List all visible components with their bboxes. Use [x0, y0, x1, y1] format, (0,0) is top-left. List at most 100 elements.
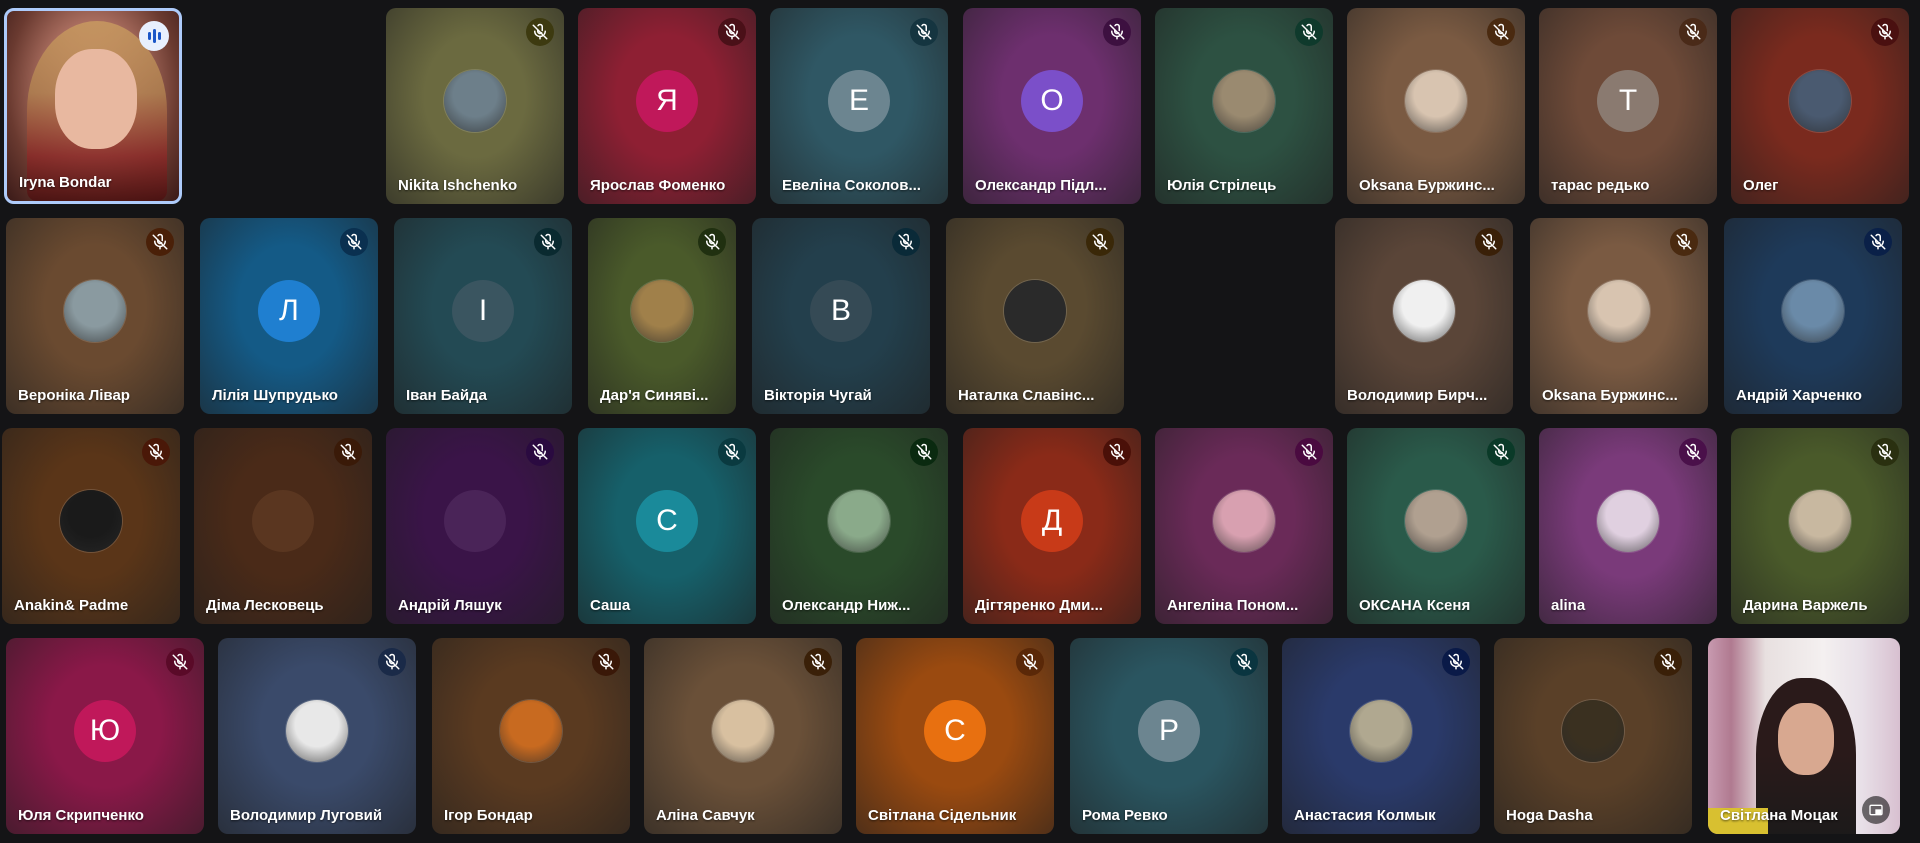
- participant-tile[interactable]: Nikita Ishchenko: [386, 8, 564, 204]
- participant-tile[interactable]: І Іван Байда: [394, 218, 572, 414]
- mic-off-icon: [804, 648, 832, 676]
- participant-name: Андрій Ляшук: [398, 597, 502, 614]
- participant-name: Oksana Буржинс...: [1542, 387, 1678, 404]
- participant-name: Саша: [590, 597, 631, 614]
- participant-avatar: [1789, 490, 1851, 553]
- participant-name: Анастасия Колмык: [1294, 807, 1436, 824]
- participant-name: Ангеліна Поном...: [1167, 597, 1299, 614]
- participant-avatar: [1597, 490, 1659, 553]
- participant-tile[interactable]: Андрій Ляшук: [386, 428, 564, 624]
- mic-off-icon: [340, 228, 368, 256]
- participant-name: Олександр Підл...: [975, 177, 1107, 194]
- participant-tile[interactable]: Е Евеліна Соколов...: [770, 8, 948, 204]
- mic-off-icon: [1086, 228, 1114, 256]
- participant-name: Вікторія Чугай: [764, 387, 872, 404]
- participant-avatar: [1213, 70, 1275, 133]
- participant-avatar: С: [924, 700, 986, 763]
- mic-off-icon: [1654, 648, 1682, 676]
- participant-name: Anakin& Padme: [14, 597, 129, 614]
- participant-tile[interactable]: Діма Лесковець: [194, 428, 372, 624]
- mic-off-icon: [718, 438, 746, 466]
- participant-avatar: С: [636, 490, 698, 553]
- participant-name: Світлана Сідельник: [868, 807, 1017, 824]
- mic-off-icon: [1487, 438, 1515, 466]
- participant-tile[interactable]: Вероніка Лівар: [6, 218, 184, 414]
- mic-off-icon: [1103, 438, 1131, 466]
- participant-avatar: Л: [258, 280, 320, 343]
- participant-name: Юлія Стрілець: [1167, 177, 1277, 194]
- participant-tile[interactable]: Дар'я Синяві...: [588, 218, 736, 414]
- participant-tile[interactable]: С Світлана Сідельник: [856, 638, 1054, 834]
- mic-off-icon: [334, 438, 362, 466]
- participant-tile[interactable]: Світлана Моцак: [1708, 638, 1900, 834]
- participant-tile[interactable]: Наталка Славінс...: [946, 218, 1124, 414]
- mic-off-icon: [1487, 18, 1515, 46]
- participant-name: Ігор Бондар: [444, 807, 533, 824]
- participant-tile[interactable]: ОКСАНА Ксеня: [1347, 428, 1525, 624]
- participant-tile[interactable]: Аліна Савчук: [644, 638, 842, 834]
- participant-name: Юля Скрипченко: [18, 807, 144, 824]
- participant-tile[interactable]: Hoga Dasha: [1494, 638, 1692, 834]
- participant-tile[interactable]: С Саша: [578, 428, 756, 624]
- participant-name: Дігтяренко Дми...: [975, 597, 1103, 614]
- participant-tile[interactable]: Р Рома Ревко: [1070, 638, 1268, 834]
- participant-tile[interactable]: Oksana Буржинс...: [1530, 218, 1708, 414]
- participant-tile[interactable]: Ю Юля Скрипченко: [6, 638, 204, 834]
- participant-avatar: [1213, 490, 1275, 553]
- participant-name: alina: [1551, 597, 1586, 614]
- participant-tile[interactable]: Anakin& Padme: [2, 428, 180, 624]
- participant-avatar: О: [1021, 70, 1083, 133]
- participant-avatar: [1588, 280, 1650, 343]
- mic-off-icon: [1103, 18, 1131, 46]
- participant-tile[interactable]: О Олександр Підл...: [963, 8, 1141, 204]
- participant-tile[interactable]: Андрій Харченко: [1724, 218, 1902, 414]
- participant-avatar: Д: [1021, 490, 1083, 553]
- participant-avatar: [500, 700, 562, 763]
- participant-tile[interactable]: Д Дігтяренко Дми...: [963, 428, 1141, 624]
- participant-tile[interactable]: Ангеліна Поном...: [1155, 428, 1333, 624]
- mic-off-icon: [1442, 648, 1470, 676]
- participant-avatar: І: [452, 280, 514, 343]
- participant-avatar: [631, 280, 693, 343]
- participant-avatar: [444, 490, 506, 553]
- participant-tile[interactable]: Олег: [1731, 8, 1909, 204]
- participant-tile[interactable]: В Вікторія Чугай: [752, 218, 930, 414]
- participant-avatar: [1789, 70, 1851, 133]
- mic-off-icon: [1871, 438, 1899, 466]
- participant-tile[interactable]: Ттарас редько: [1539, 8, 1717, 204]
- participant-tile[interactable]: Володимир Бирч...: [1335, 218, 1513, 414]
- participant-tile[interactable]: Л Лілія Шупрудько: [200, 218, 378, 414]
- mic-off-icon: [526, 18, 554, 46]
- mic-off-icon: [1670, 228, 1698, 256]
- participant-avatar: [1004, 280, 1066, 343]
- participant-name: Евеліна Соколов...: [782, 177, 921, 194]
- mic-off-icon: [1475, 228, 1503, 256]
- mic-off-icon: [910, 18, 938, 46]
- participant-tile[interactable]: Олександр Ниж...: [770, 428, 948, 624]
- participant-avatar: Я: [636, 70, 698, 133]
- participant-tile[interactable]: alina: [1539, 428, 1717, 624]
- participant-name: Nikita Ishchenko: [398, 177, 518, 194]
- participant-name: Дар'я Синяві...: [600, 387, 709, 404]
- mic-off-icon: [1679, 18, 1707, 46]
- participant-tile[interactable]: Ігор Бондар: [432, 638, 630, 834]
- participant-tile[interactable]: Володимир Луговий: [218, 638, 416, 834]
- mic-off-icon: [1679, 438, 1707, 466]
- participant-name: Лілія Шупрудько: [212, 387, 338, 404]
- participant-tile[interactable]: Юлія Стрілець: [1155, 8, 1333, 204]
- mic-off-icon: [378, 648, 406, 676]
- participant-avatar: Р: [1138, 700, 1200, 763]
- participant-tile[interactable]: Я Ярослав Фоменко: [578, 8, 756, 204]
- mic-off-icon: [698, 228, 726, 256]
- participant-tile[interactable]: Анастасия Колмык: [1282, 638, 1480, 834]
- participant-name: Ярослав Фоменко: [590, 177, 726, 194]
- participant-name: Дарина Варжель: [1743, 597, 1868, 614]
- participant-name: Hoga Dasha: [1506, 807, 1593, 824]
- speaking-indicator-icon: [139, 21, 169, 51]
- participant-tile[interactable]: Iryna Bondar: [4, 8, 182, 204]
- participant-tile[interactable]: Дарина Варжель: [1731, 428, 1909, 624]
- mic-off-icon: [910, 438, 938, 466]
- participant-tile[interactable]: Oksana Буржинс...: [1347, 8, 1525, 204]
- participant-name: Рома Ревко: [1082, 807, 1168, 824]
- participant-avatar: [286, 700, 348, 763]
